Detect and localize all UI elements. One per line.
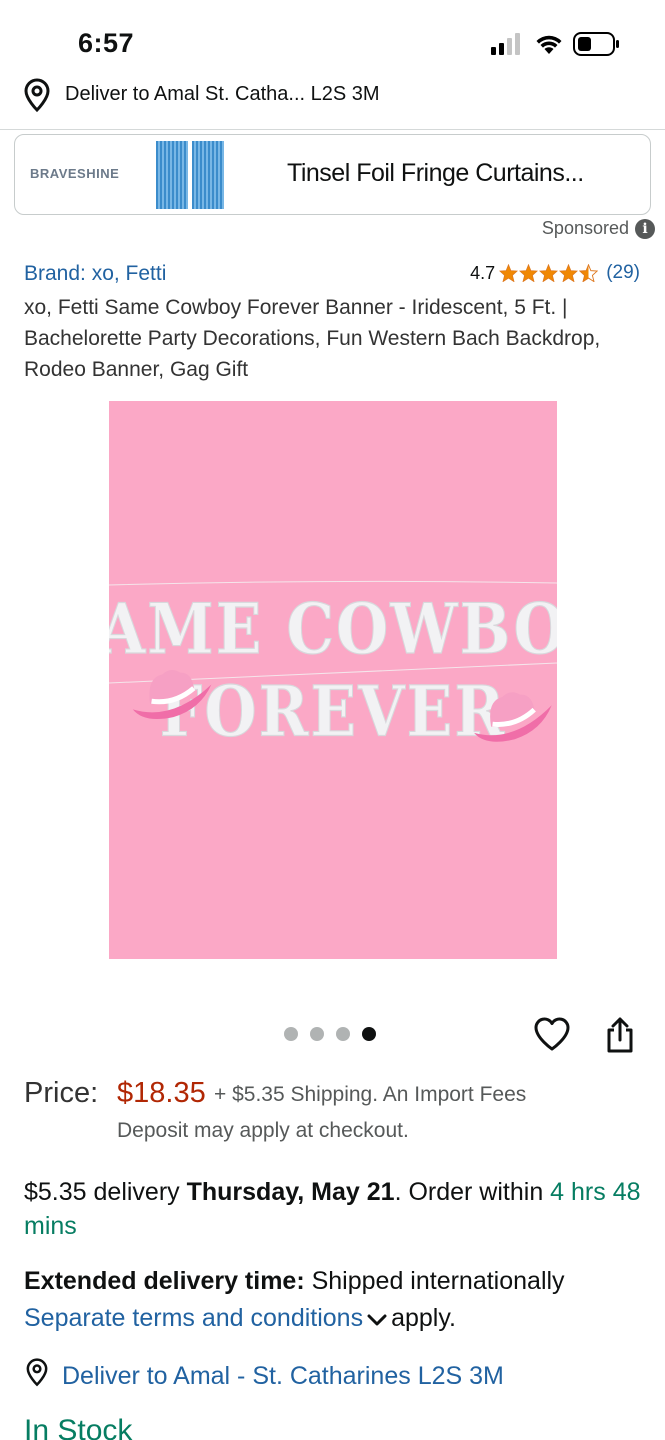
chevron-down-icon[interactable] <box>367 1301 387 1338</box>
status-time: 6:57 <box>78 28 135 58</box>
product-title: xo, Fetti Same Cowboy Forever Banner - I… <box>24 296 601 381</box>
extended-delivery-notice: Extended delivery time: Shipped internat… <box>24 1263 644 1338</box>
info-icon[interactable]: i <box>635 218 655 239</box>
carousel-dot[interactable] <box>310 1027 324 1041</box>
ad-title: Tinsel Foil Fringe Curtains... <box>287 159 584 187</box>
import-fees-note: Deposit may apply at checkout. <box>117 1119 409 1142</box>
review-count[interactable]: (29) <box>606 262 640 284</box>
share-icon[interactable] <box>604 1016 636 1059</box>
ad-product-image <box>156 141 224 209</box>
carousel-dot[interactable] <box>284 1027 298 1041</box>
sponsored-label[interactable]: Sponsored i <box>542 218 655 239</box>
delivery-location-bar[interactable]: Deliver to Amal St. Catha... L2S 3M <box>0 72 665 130</box>
heart-icon[interactable] <box>533 1016 571 1057</box>
ad-brand-logo: BRAVESHINE <box>30 166 120 181</box>
price-value: $18.35 <box>117 1077 206 1109</box>
rating-summary[interactable]: 4.7 (29) <box>470 262 640 284</box>
half-star-icon <box>579 264 599 282</box>
sponsored-ad-card[interactable]: BRAVESHINE Tinsel Foil Fringe Curtains..… <box>14 134 651 215</box>
star-icon <box>559 264 579 282</box>
image-carousel-dots[interactable] <box>284 1027 376 1041</box>
battery-icon <box>573 32 621 61</box>
star-icon <box>539 264 559 282</box>
status-icons <box>491 32 621 61</box>
brand-link[interactable]: Brand: xo, Fetti <box>24 262 166 286</box>
product-image[interactable]: SAME COWBOY FOREVER <box>109 401 557 959</box>
delivery-date: Thursday, May 21 <box>186 1178 395 1206</box>
banner-line-2: FOREVER <box>160 671 507 752</box>
star-rating <box>499 264 599 282</box>
deliver-to-link[interactable]: Deliver to Amal - St. Catharines L2S 3M <box>24 1358 504 1395</box>
delivery-location-text: Deliver to Amal St. Catha... L2S 3M <box>65 83 380 105</box>
price-label: Price: <box>24 1077 99 1109</box>
sponsored-text: Sponsored <box>541 218 629 238</box>
star-icon <box>519 264 539 282</box>
rating-value: 4.7 <box>470 262 496 283</box>
shipping-text: + $5.35 Shipping. An Import Fees <box>214 1083 527 1106</box>
star-icon <box>499 264 519 282</box>
carousel-dot[interactable] <box>336 1027 350 1041</box>
location-pin-icon <box>24 1358 50 1395</box>
deliver-to-text: Deliver to Amal - St. Catharines L2S 3M <box>62 1362 504 1390</box>
status-bar: 6:57 <box>0 0 665 70</box>
cellular-signal-icon <box>491 33 525 60</box>
location-pin-icon <box>22 78 52 119</box>
terms-link[interactable]: Separate terms and conditions <box>24 1304 363 1332</box>
stock-status: In Stock <box>24 1414 133 1440</box>
banner-line-1: SAME COWBOY <box>109 589 557 670</box>
wifi-icon <box>535 33 563 60</box>
carousel-dot-active[interactable] <box>362 1027 376 1041</box>
delivery-estimate: $5.35 delivery Thursday, May 21. Order w… <box>24 1178 641 1240</box>
extended-delivery-label: Extended delivery time: <box>24 1267 305 1295</box>
